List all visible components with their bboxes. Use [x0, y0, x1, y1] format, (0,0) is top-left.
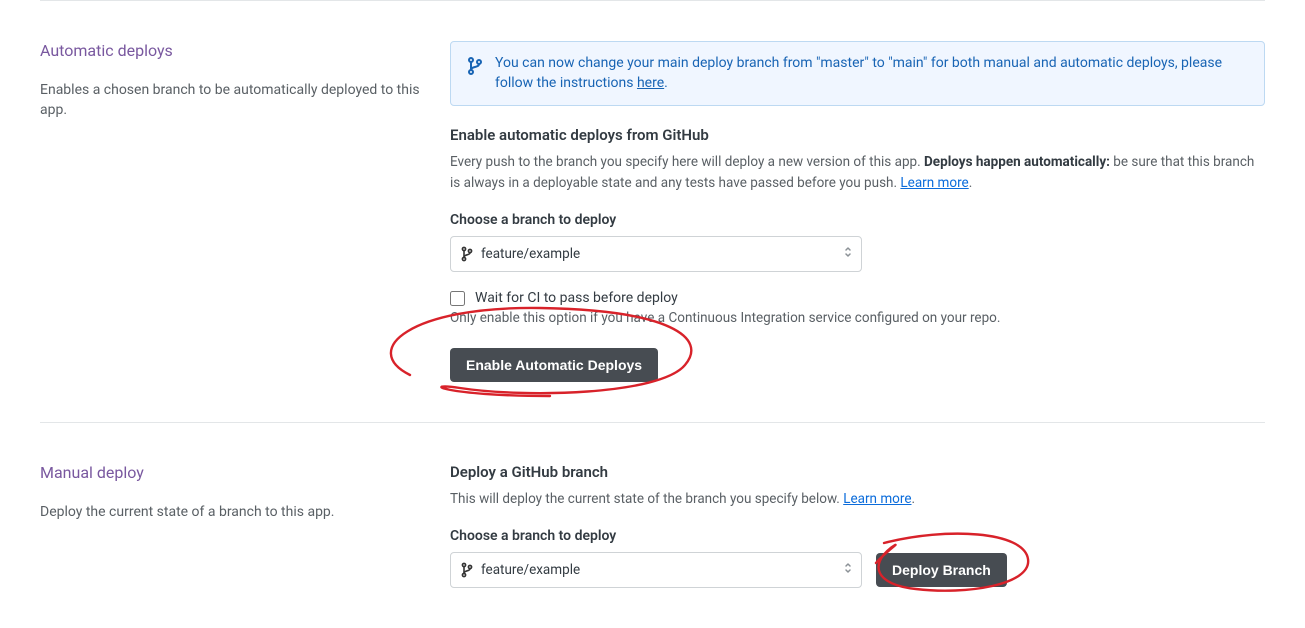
- auto-branch-select[interactable]: feature/example: [450, 236, 862, 272]
- auto-desc: Enables a chosen branch to be automatica…: [40, 80, 420, 121]
- auto-branch-value: feature/example: [481, 246, 580, 262]
- auto-subheading: Enable automatic deploys from GitHub: [450, 126, 1265, 144]
- chevron-updown-icon: [843, 245, 853, 263]
- manual-help: This will deploy the current state of th…: [450, 489, 1265, 510]
- auto-help: Every push to the branch you specify her…: [450, 152, 1265, 194]
- deploy-branch-button[interactable]: Deploy Branch: [876, 553, 1007, 587]
- manual-learn-tail: .: [912, 491, 916, 507]
- branch-icon: [461, 562, 473, 578]
- section-automatic-deploys: Automatic deploys Enables a chosen branc…: [40, 1, 1265, 422]
- manual-learn-more[interactable]: Learn more: [843, 491, 911, 507]
- manual-choose-label: Choose a branch to deploy: [450, 528, 1265, 544]
- manual-branch-value: feature/example: [481, 562, 580, 578]
- wait-ci-checkbox[interactable]: [450, 291, 465, 306]
- auto-learn-more[interactable]: Learn more: [900, 175, 968, 191]
- branch-icon: [467, 56, 483, 76]
- auto-help-a: Every push to the branch you specify her…: [450, 154, 924, 170]
- auto-choose-label: Choose a branch to deploy: [450, 212, 1265, 228]
- wait-ci-hint: Only enable this option if you have a Co…: [450, 310, 1265, 326]
- wait-ci-label: Wait for CI to pass before deploy: [475, 290, 678, 306]
- manual-desc: Deploy the current state of a branch to …: [40, 502, 420, 522]
- manual-branch-select[interactable]: feature/example: [450, 552, 862, 588]
- notice-tail: .: [664, 75, 668, 91]
- chevron-updown-icon: [843, 561, 853, 579]
- manual-subheading: Deploy a GitHub branch: [450, 463, 1265, 481]
- enable-automatic-deploys-button[interactable]: Enable Automatic Deploys: [450, 348, 658, 382]
- auto-learn-tail: .: [969, 175, 973, 191]
- notice-link-here[interactable]: here: [637, 75, 664, 91]
- section-manual-deploy: Manual deploy Deploy the current state o…: [40, 423, 1265, 598]
- auto-title: Automatic deploys: [40, 41, 420, 60]
- manual-help-text: This will deploy the current state of th…: [450, 491, 843, 507]
- main-branch-notice: You can now change your main deploy bran…: [450, 41, 1265, 106]
- branch-icon: [461, 246, 473, 262]
- notice-text: You can now change your main deploy bran…: [495, 55, 1222, 91]
- auto-help-strong: Deploys happen automatically:: [924, 154, 1110, 170]
- manual-title: Manual deploy: [40, 463, 420, 482]
